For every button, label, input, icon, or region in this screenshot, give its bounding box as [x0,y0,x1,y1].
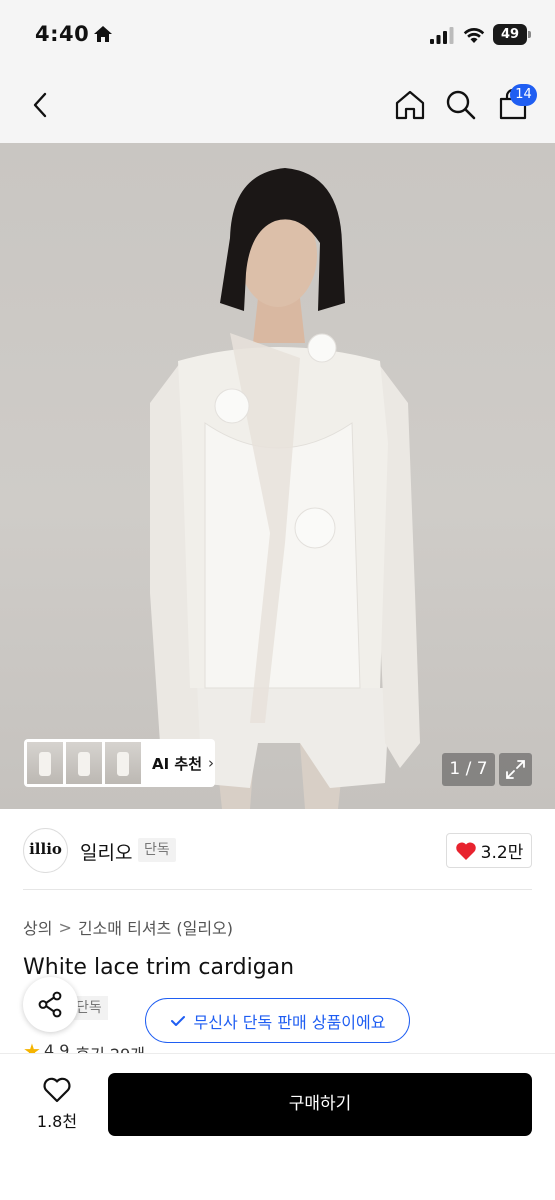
ai-recommend-label[interactable]: AI 추천 [152,753,202,774]
check-icon [170,1015,185,1026]
breadcrumb-separator: > [58,917,72,937]
exclusive-notice-text: 무신사 단독 판매 상품이에요 [193,1012,386,1032]
top-nav: 14 [0,70,555,143]
brand-name[interactable]: 일리오 [80,838,132,865]
thumbnail-strip[interactable]: AI 추천 › [24,739,215,787]
heart-filled-icon [455,841,476,860]
home-status-icon [94,26,112,42]
expand-button[interactable] [499,753,532,786]
chevron-right-icon[interactable]: › [208,754,214,772]
share-icon [38,991,62,1018]
signal-icon [430,27,454,44]
product-title: White lace trim cardigan [23,955,295,980]
image-page-counter: 1 / 7 [442,753,495,786]
brand-logo[interactable]: illio [23,828,68,873]
wifi-icon [463,27,485,43]
expand-icon [506,760,525,779]
thumbnail[interactable] [66,742,102,784]
back-icon[interactable] [28,90,54,120]
model-photo [150,168,420,809]
product-image[interactable]: AI 추천 › 1 / 7 [0,143,555,809]
share-button[interactable] [23,977,78,1032]
heart-outline-icon [43,1077,71,1103]
like-count: 3.2만 [480,843,524,863]
thumbnail[interactable] [27,742,63,784]
exclusive-badge: 단독 [138,838,176,862]
wishlist-button[interactable]: 1.8천 [28,1076,86,1136]
status-time: 4:40 [35,22,90,46]
status-bar: 4:40 49 [0,0,555,70]
search-icon[interactable] [444,88,478,122]
breadcrumb: 상의 > 긴소매 티셔츠 (일리오) [23,915,233,939]
like-button[interactable]: 3.2만 [446,833,532,868]
cart-count-badge: 14 [510,84,537,106]
breadcrumb-item[interactable]: 상의 [23,915,52,939]
thumbnail[interactable] [105,742,141,784]
wishlist-count: 1.8천 [36,1112,78,1131]
bottom-action-bar: 1.8천 구매하기 [0,1053,555,1200]
divider [23,889,532,890]
exclusive-notice-pill[interactable]: 무신사 단독 판매 상품이에요 [145,998,410,1043]
home-icon[interactable] [393,88,427,122]
battery-icon: 49 [493,24,531,45]
buy-button[interactable]: 구매하기 [108,1073,532,1136]
breadcrumb-item[interactable]: 긴소매 티셔츠 (일리오) [78,915,233,939]
